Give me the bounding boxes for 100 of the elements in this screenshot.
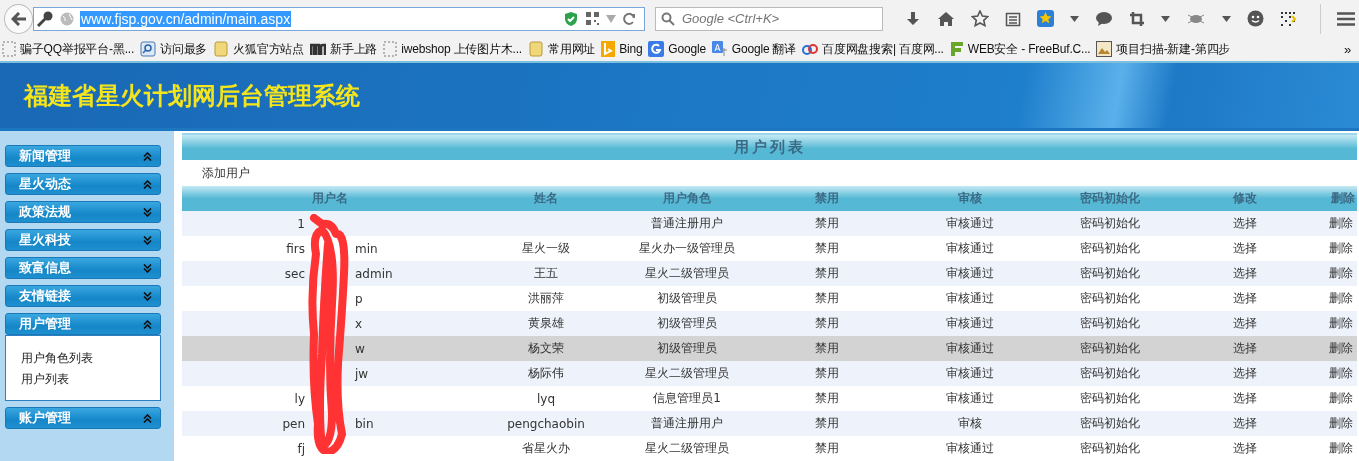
disable-link[interactable]: 禁用: [815, 391, 839, 405]
select-link[interactable]: 选择: [1233, 316, 1257, 330]
disable-link[interactable]: 禁用: [815, 266, 839, 280]
smiley-icon[interactable]: [1247, 10, 1264, 28]
bookmark-item[interactable]: WEB安全 - FreeBuf.C...: [949, 40, 1091, 58]
menu-header[interactable]: 星火动态: [5, 173, 161, 195]
search-field[interactable]: Google <Ctrl+K>: [655, 6, 883, 31]
select-link[interactable]: 选择: [1233, 291, 1257, 305]
select-link[interactable]: 选择: [1233, 266, 1257, 280]
add-user-link[interactable]: 添加用户: [202, 164, 250, 182]
caret-icon[interactable]: [1161, 15, 1170, 22]
bookmark-item[interactable]: Google 翻译: [711, 40, 797, 58]
name-cell: 洪丽萍: [528, 291, 564, 305]
table-row[interactable]: w 杨文荣 初级管理员 禁用 审核通过 密码初始化 选择 删除: [182, 336, 1357, 361]
menu-header[interactable]: 星火科技: [5, 229, 161, 251]
double-chevron-down-icon: [143, 291, 152, 301]
reload-icon[interactable]: [622, 11, 636, 26]
back-arrow-icon: [10, 11, 27, 26]
shield-check-icon[interactable]: [563, 10, 579, 27]
reset-password-link[interactable]: 密码初始化: [1080, 366, 1140, 380]
select-link[interactable]: 选择: [1233, 441, 1257, 455]
disable-link[interactable]: 禁用: [815, 216, 839, 230]
delete-link[interactable]: 删除: [1329, 216, 1353, 230]
disable-link[interactable]: 禁用: [815, 366, 839, 380]
bookmark-item[interactable]: iwebshop 上传图片木...: [383, 40, 522, 58]
bookmark-item[interactable]: 访问最多: [140, 40, 208, 58]
role-cell: 星火二级管理员: [645, 266, 729, 280]
submenu-link[interactable]: 用户列表: [21, 371, 69, 388]
delete-link[interactable]: 删除: [1329, 341, 1353, 355]
delete-link[interactable]: 删除: [1329, 316, 1353, 330]
table-row[interactable]: jw 杨际伟 星火二级管理员 禁用 审核通过 密码初始化 选择 删除: [182, 361, 1357, 386]
delete-link[interactable]: 删除: [1329, 441, 1353, 455]
select-link[interactable]: 选择: [1233, 366, 1257, 380]
audit-status: 审核通过: [946, 366, 994, 380]
caret-icon[interactable]: [1222, 15, 1231, 22]
name-cell: 星火一级: [522, 241, 570, 255]
delete-link[interactable]: 删除: [1329, 266, 1353, 280]
select-link[interactable]: 选择: [1233, 416, 1257, 430]
reset-password-link[interactable]: 密码初始化: [1080, 316, 1140, 330]
audit-status: 审核通过: [946, 216, 994, 230]
disable-link[interactable]: 禁用: [815, 416, 839, 430]
bookmark-item[interactable]: Bing: [601, 41, 643, 58]
delete-link[interactable]: 删除: [1329, 416, 1353, 430]
bookmarks-overflow-button[interactable]: »: [1343, 41, 1351, 57]
username-fragment: min: [355, 241, 378, 256]
bookmark-item[interactable]: 项目扫描-新建-第四步: [1096, 40, 1231, 58]
menu-header[interactable]: 政策法规: [5, 201, 161, 223]
table-row[interactable]: 1 普通注册用户 禁用 审核通过 密码初始化 选择 删除: [182, 211, 1357, 236]
reset-password-link[interactable]: 密码初始化: [1080, 291, 1140, 305]
select-link[interactable]: 选择: [1233, 241, 1257, 255]
star-badge-icon[interactable]: [1037, 10, 1054, 28]
submenu-link[interactable]: 用户角色列表: [21, 350, 93, 367]
disable-link[interactable]: 禁用: [815, 316, 839, 330]
delete-link[interactable]: 删除: [1329, 291, 1353, 305]
menu-header[interactable]: 友情链接: [5, 285, 161, 307]
disable-link[interactable]: 禁用: [815, 291, 839, 305]
select-link[interactable]: 选择: [1233, 216, 1257, 230]
reset-password-link[interactable]: 密码初始化: [1080, 266, 1140, 280]
bookmark-item[interactable]: 新手上路: [310, 40, 378, 58]
reset-password-link[interactable]: 密码初始化: [1080, 216, 1140, 230]
bookmark-item[interactable]: Google: [648, 41, 706, 58]
bookmark-item[interactable]: 骗子QQ举报平台-黑...: [2, 40, 135, 58]
disable-link[interactable]: 禁用: [815, 241, 839, 255]
bookmark-item[interactable]: 百度网盘搜索| 百度网...: [802, 40, 944, 58]
name-cell: 杨际伟: [528, 366, 564, 380]
table-row[interactable]: pen bin pengchaobin 普通注册用户 禁用 审核 密码初始化 选择 删除: [182, 411, 1357, 436]
menu-header[interactable]: 用户管理: [5, 313, 161, 335]
menu-icon[interactable]: [1337, 11, 1355, 26]
speech-bubble-icon[interactable]: [1095, 10, 1113, 27]
menu-header[interactable]: 致富信息: [5, 257, 161, 279]
crop-icon[interactable]: [1129, 10, 1145, 27]
home-icon[interactable]: [937, 10, 955, 27]
qr-code-icon[interactable]: [585, 11, 600, 27]
back-button[interactable]: [4, 3, 34, 34]
disable-link[interactable]: 禁用: [815, 341, 839, 355]
username-fragment: w: [355, 341, 365, 356]
download-icon[interactable]: [905, 10, 921, 27]
bookmark-item[interactable]: 常用网址: [527, 40, 596, 58]
table-row[interactable]: x 黄泉雄 初级管理员 禁用 审核通过 密码初始化 选择 删除: [182, 311, 1357, 336]
bookmark-item[interactable]: 火狐官方站点: [213, 40, 305, 58]
select-link[interactable]: 选择: [1233, 391, 1257, 405]
audit-status: 审核通过: [946, 441, 994, 455]
delete-link[interactable]: 删除: [1329, 241, 1353, 255]
grid-icon[interactable]: [1280, 10, 1296, 27]
reading-list-icon[interactable]: [1005, 10, 1021, 27]
reset-password-link[interactable]: 密码初始化: [1080, 416, 1140, 430]
reset-password-link[interactable]: 密码初始化: [1080, 391, 1140, 405]
menu-header[interactable]: 账户管理: [5, 407, 161, 429]
reset-password-link[interactable]: 密码初始化: [1080, 241, 1140, 255]
disable-link[interactable]: 禁用: [815, 441, 839, 455]
reset-password-link[interactable]: 密码初始化: [1080, 441, 1140, 455]
caret-icon[interactable]: [1070, 15, 1079, 22]
menu-header[interactable]: 新闻管理: [5, 145, 161, 167]
table-row[interactable]: sec admin 王五 星火二级管理员 禁用 审核通过 密码初始化 选择 删除: [182, 261, 1357, 286]
name-cell: lyq: [536, 391, 556, 406]
delete-link[interactable]: 删除: [1329, 391, 1353, 405]
reset-password-link[interactable]: 密码初始化: [1080, 341, 1140, 355]
select-link[interactable]: 选择: [1233, 341, 1257, 355]
delete-link[interactable]: 删除: [1329, 366, 1353, 380]
star-icon[interactable]: [971, 10, 989, 28]
